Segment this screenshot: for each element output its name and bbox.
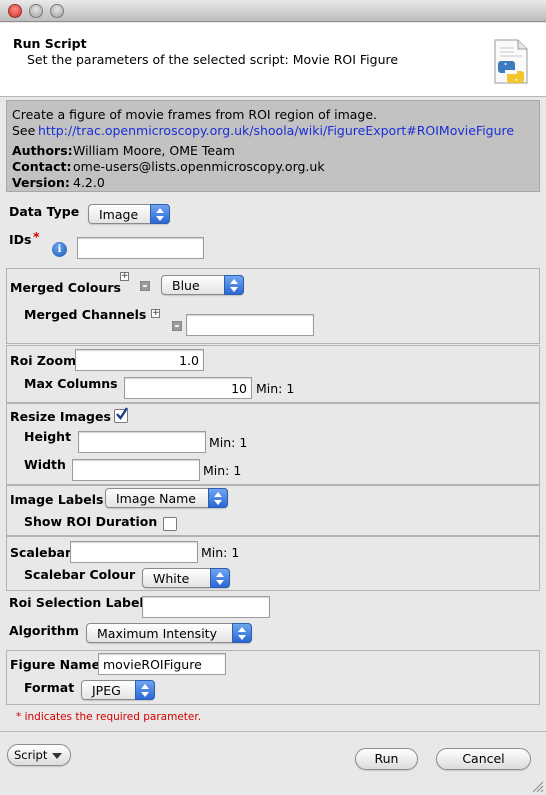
format-select[interactable]: JPEG	[81, 680, 155, 700]
scalebar-colour-select[interactable]: White	[142, 568, 230, 588]
authors-value: William Moore, OME Team	[73, 143, 235, 158]
python-script-icon	[492, 39, 530, 85]
title-bar	[0, 0, 546, 22]
version-value: 4.2.0	[73, 175, 105, 190]
height-min: Min: 1	[209, 435, 248, 450]
resize-images-group: Resize Images Height Min: 1 Width Min: 1	[6, 403, 540, 485]
figure-name-label: Figure Name	[10, 657, 101, 672]
check-mark-icon	[116, 407, 129, 420]
width-input[interactable]	[72, 459, 200, 481]
scalebar-label: Scalebar	[10, 545, 72, 560]
algorithm-select[interactable]: Maximum Intensity	[86, 623, 252, 643]
select-arrows-icon	[150, 204, 170, 224]
dialog-subtitle: Set the parameters of the selected scrip…	[27, 52, 399, 67]
run-button[interactable]: Run	[355, 748, 418, 770]
algorithm-label: Algorithm	[9, 623, 79, 638]
merged-colours-select[interactable]: Blue	[161, 275, 244, 295]
select-arrows-icon	[232, 623, 252, 643]
roi-zoom-group: Roi Zoom Max Columns Min: 1	[6, 345, 540, 403]
required-note: * indicates the required parameter.	[16, 711, 202, 723]
chevron-down-icon	[52, 753, 62, 759]
authors-label: Authors:	[12, 143, 73, 158]
merged-channels-input[interactable]	[186, 314, 314, 336]
script-menu-label: Script	[14, 748, 48, 762]
figure-name-group: Figure Name Format JPEG	[6, 650, 540, 705]
roi-zoom-input[interactable]	[75, 349, 204, 371]
run-script-dialog: Run Script Set the parameters of the sel…	[0, 0, 546, 795]
resize-images-label: Resize Images	[10, 409, 111, 424]
minimize-window-button[interactable]	[29, 4, 43, 18]
remove-merged-colour-icon[interactable]	[140, 281, 150, 291]
max-columns-input[interactable]	[124, 377, 252, 399]
data-type-label: Data Type	[9, 204, 80, 219]
required-asterisk: *	[33, 229, 40, 244]
merged-group: Merged Colours + Blue Merged Channels +	[6, 268, 540, 344]
data-type-select[interactable]: Image	[88, 204, 170, 224]
remove-merged-channel-icon[interactable]	[172, 321, 182, 331]
add-merged-channel-icon[interactable]: +	[151, 309, 160, 318]
dialog-header: Run Script Set the parameters of the sel…	[0, 23, 546, 97]
merged-colours-value: Blue	[172, 278, 200, 293]
scalebar-colour-label: Scalebar Colour	[24, 567, 136, 582]
image-labels-group: Image Labels Image Name Show ROI Duratio…	[6, 485, 540, 536]
script-menu-button[interactable]: Script	[7, 744, 71, 766]
scalebar-input[interactable]	[70, 541, 198, 563]
cancel-button[interactable]: Cancel	[436, 748, 531, 770]
contact-label: Contact:	[12, 159, 72, 174]
scalebar-colour-value: White	[153, 571, 190, 586]
format-value: JPEG	[92, 683, 121, 698]
height-label: Height	[24, 429, 72, 444]
algorithm-value: Maximum Intensity	[97, 626, 217, 641]
figure-name-input[interactable]	[98, 653, 226, 675]
footer-divider	[0, 731, 546, 732]
contact-value: ome-users@lists.openmicroscopy.org.uk	[73, 159, 325, 174]
ids-input[interactable]	[77, 237, 204, 259]
info-icon[interactable]: i	[52, 242, 67, 257]
see-label: See	[12, 123, 36, 138]
image-labels-label: Image Labels	[10, 492, 104, 507]
select-arrows-icon	[135, 680, 155, 700]
max-columns-label: Max Columns	[24, 376, 118, 391]
ids-label: IDs	[9, 232, 32, 247]
max-columns-min: Min: 1	[256, 381, 295, 396]
select-arrows-icon	[208, 488, 228, 508]
merged-channels-label: Merged Channels	[24, 307, 147, 322]
script-description: Create a figure of movie frames from ROI…	[12, 107, 378, 122]
merged-colours-label: Merged Colours	[10, 280, 121, 295]
version-label: Version:	[12, 175, 70, 190]
dialog-title: Run Script	[13, 36, 87, 51]
scalebar-group: Scalebar Min: 1 Scalebar Colour White	[6, 536, 540, 591]
data-type-value: Image	[99, 207, 139, 222]
add-merged-colour-icon[interactable]: +	[120, 272, 129, 281]
roi-selection-label-label: Roi Selection Label	[9, 595, 144, 610]
select-arrows-icon	[210, 568, 230, 588]
roi-zoom-label: Roi Zoom	[10, 353, 77, 368]
zoom-window-button[interactable]	[50, 4, 64, 18]
width-label: Width	[24, 457, 66, 472]
width-min: Min: 1	[203, 463, 242, 478]
cancel-button-label: Cancel	[462, 751, 505, 766]
script-info-panel: Create a figure of movie frames from ROI…	[6, 100, 540, 192]
roi-selection-label-input[interactable]	[142, 596, 270, 618]
image-labels-select[interactable]: Image Name	[105, 488, 228, 508]
run-button-label: Run	[374, 751, 399, 766]
scalebar-min: Min: 1	[201, 545, 240, 560]
show-roi-duration-checkbox[interactable]	[163, 517, 177, 531]
show-roi-duration-label: Show ROI Duration	[24, 514, 158, 529]
height-input[interactable]	[78, 431, 206, 453]
resize-grip-icon[interactable]	[530, 779, 544, 793]
format-label: Format	[24, 680, 75, 695]
select-arrows-icon	[224, 275, 244, 295]
close-window-button[interactable]	[8, 4, 22, 18]
resize-images-checkbox[interactable]	[114, 407, 129, 423]
documentation-link[interactable]: http://trac.openmicroscopy.org.uk/shoola…	[38, 123, 514, 138]
image-labels-value: Image Name	[116, 491, 196, 506]
